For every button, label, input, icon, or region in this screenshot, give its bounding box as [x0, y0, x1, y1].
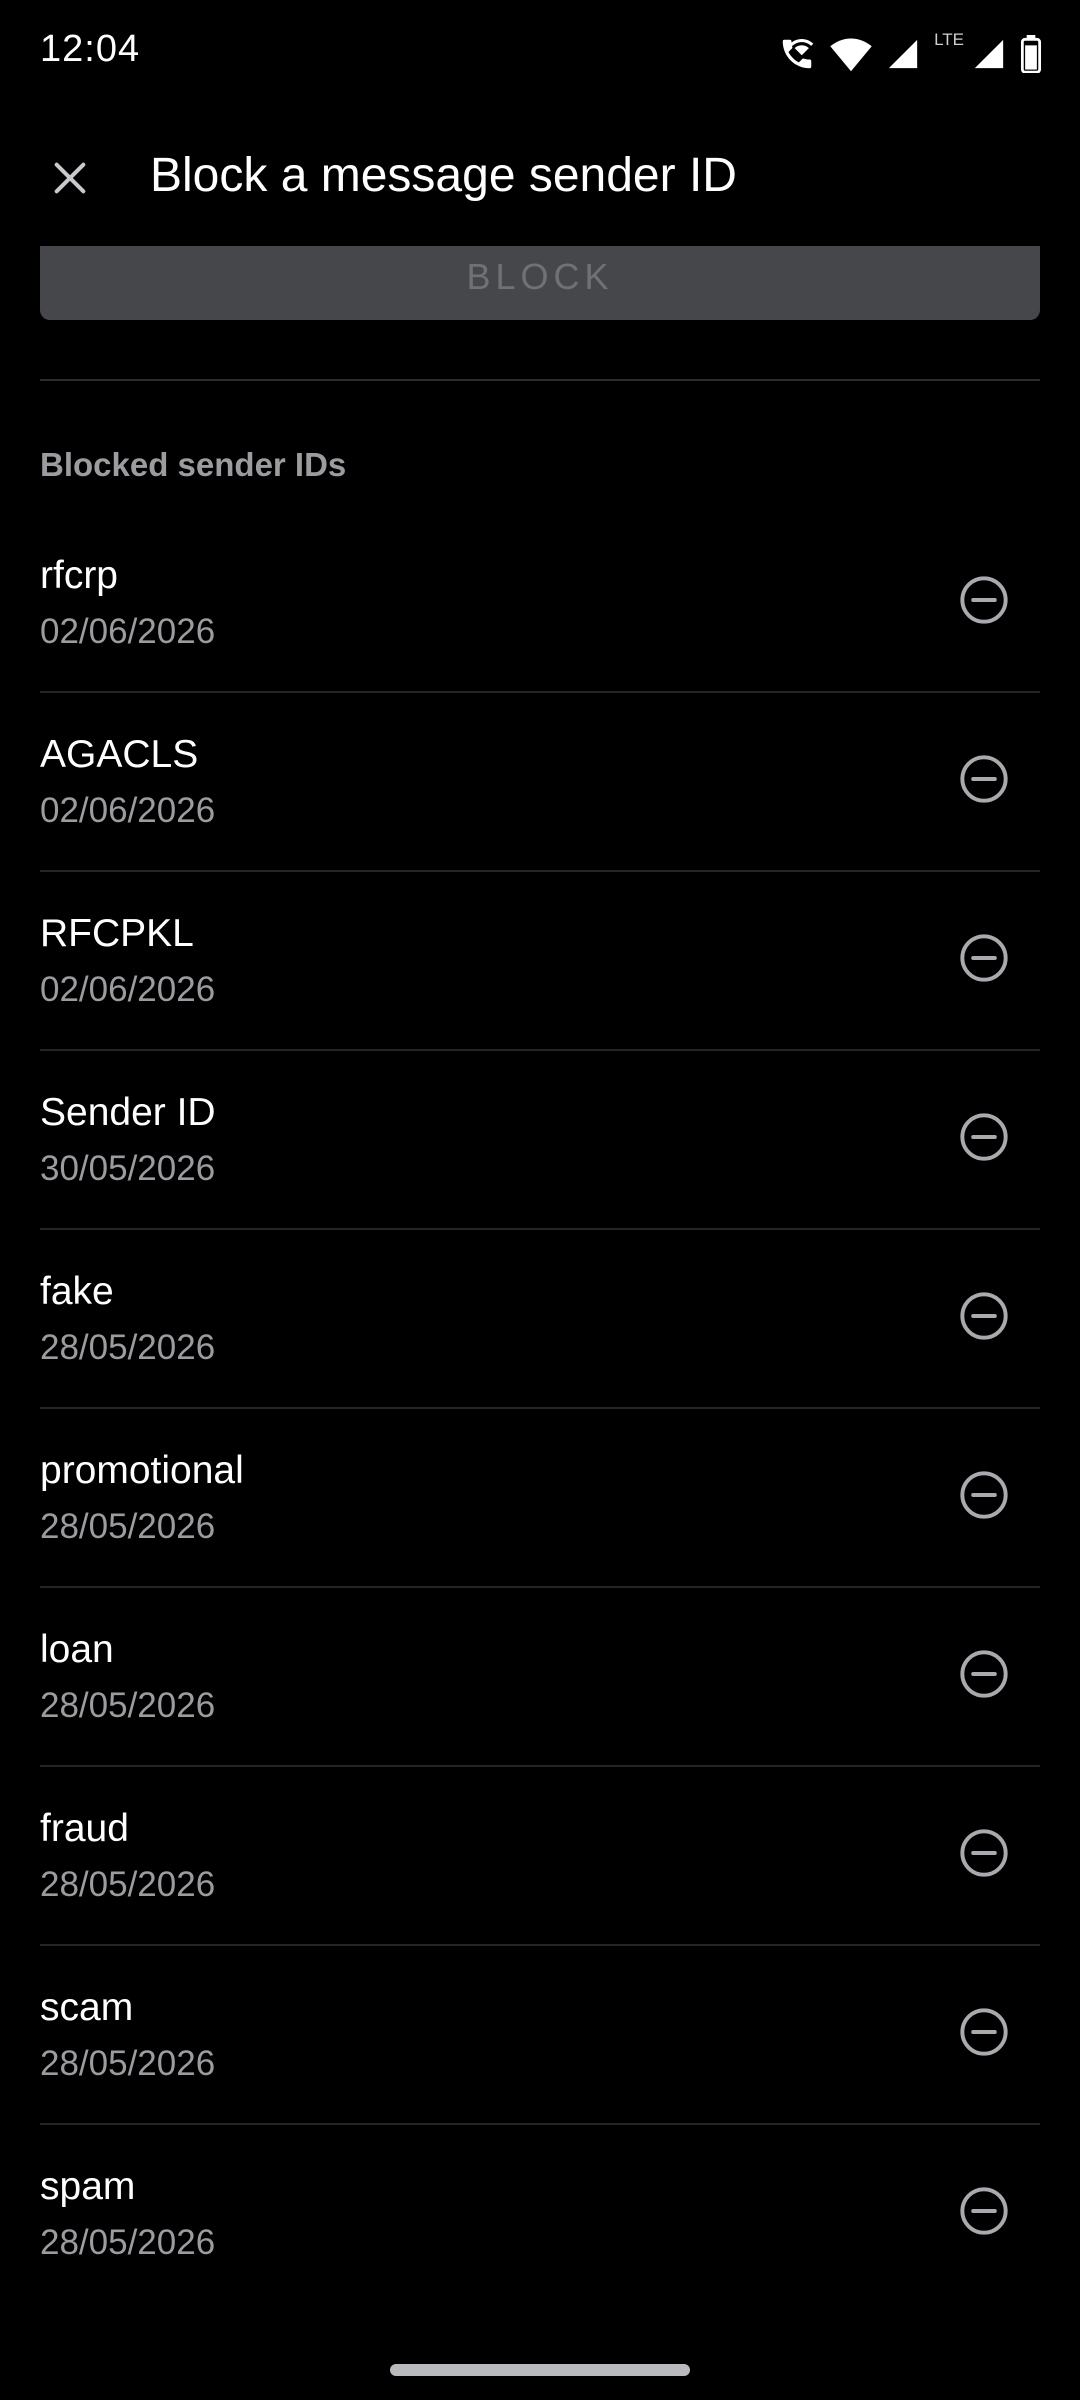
sender-id-name: scam [40, 1986, 134, 2029]
unblock-button[interactable] [948, 745, 1020, 817]
block-button[interactable]: BLOCK [40, 246, 1040, 320]
sender-id-name: rfcrp [40, 554, 118, 597]
gesture-nav-handle[interactable] [390, 2364, 690, 2376]
signal-icon [886, 37, 920, 71]
unblock-button[interactable] [948, 1819, 1020, 1891]
unblock-button[interactable] [948, 1103, 1020, 1175]
blocked-date: 28/05/2026 [40, 2044, 216, 2083]
minus-circle-icon [958, 932, 1010, 989]
blocked-date: 28/05/2026 [40, 1865, 216, 1904]
unblock-button[interactable] [948, 1282, 1020, 1354]
status-icons: LTE [778, 30, 1042, 78]
sender-id-name: AGACLS [40, 733, 199, 776]
section-header: Blocked sender IDs [40, 446, 347, 483]
signal-icon [972, 37, 1006, 71]
close-button[interactable] [30, 140, 110, 220]
blocked-date: 28/05/2026 [40, 1686, 216, 1725]
sender-id-name: spam [40, 2165, 136, 2208]
app-bar: Block a message sender ID [0, 106, 1080, 246]
unblock-button[interactable] [948, 1998, 1020, 2070]
minus-circle-icon [958, 2185, 1010, 2242]
sender-id-name: loan [40, 1628, 114, 1671]
wifi-calling-icon [778, 35, 816, 73]
list-item: rfcrp 02/06/2026 [40, 514, 1040, 693]
blocked-date: 02/06/2026 [40, 791, 216, 830]
battery-icon [1020, 35, 1042, 73]
sender-id-name: fake [40, 1270, 114, 1313]
unblock-button[interactable] [948, 1640, 1020, 1712]
minus-circle-icon [958, 1648, 1010, 1705]
list-item: promotional 28/05/2026 [40, 1409, 1040, 1588]
wifi-icon [830, 35, 872, 73]
unblock-button[interactable] [948, 566, 1020, 638]
unblock-button[interactable] [948, 924, 1020, 996]
minus-circle-icon [958, 574, 1010, 631]
lte-label: LTE [934, 30, 964, 49]
status-time: 12:04 [40, 28, 141, 70]
minus-circle-icon [958, 1290, 1010, 1347]
close-icon [50, 158, 90, 203]
sender-id-name: fraud [40, 1807, 129, 1850]
divider [40, 379, 1040, 381]
blocked-sender-list: rfcrp 02/06/2026 AGACLS 02/06/2026 RFCPK… [40, 514, 1040, 2304]
blocked-date: 30/05/2026 [40, 1149, 216, 1188]
list-item: fraud 28/05/2026 [40, 1767, 1040, 1946]
scroll-content[interactable]: BLOCK Blocked sender IDs rfcrp 02/06/202… [0, 246, 1080, 2326]
list-item: RFCPKL 02/06/2026 [40, 872, 1040, 1051]
blocked-date: 28/05/2026 [40, 1328, 216, 1367]
list-item: scam 28/05/2026 [40, 1946, 1040, 2125]
status-bar: 12:04 LTE [0, 0, 1080, 106]
list-item: loan 28/05/2026 [40, 1588, 1040, 1767]
minus-circle-icon [958, 1469, 1010, 1526]
blocked-date: 28/05/2026 [40, 2223, 216, 2262]
blocked-date: 28/05/2026 [40, 1507, 216, 1546]
unblock-button[interactable] [948, 1461, 1020, 1533]
unblock-button[interactable] [948, 2177, 1020, 2249]
list-item: AGACLS 02/06/2026 [40, 693, 1040, 872]
list-item: fake 28/05/2026 [40, 1230, 1040, 1409]
minus-circle-icon [958, 2006, 1010, 2063]
minus-circle-icon [958, 753, 1010, 810]
blocked-date: 02/06/2026 [40, 612, 216, 651]
block-button-label: BLOCK [466, 256, 614, 297]
list-item: spam 28/05/2026 [40, 2125, 1040, 2304]
minus-circle-icon [958, 1827, 1010, 1884]
minus-circle-icon [958, 1111, 1010, 1168]
page-title: Block a message sender ID [150, 149, 737, 202]
blocked-date: 02/06/2026 [40, 970, 216, 1009]
sender-id-name: Sender ID [40, 1091, 216, 1134]
list-item: Sender ID 30/05/2026 [40, 1051, 1040, 1230]
sender-id-name: RFCPKL [40, 912, 194, 955]
sender-id-name: promotional [40, 1449, 244, 1492]
